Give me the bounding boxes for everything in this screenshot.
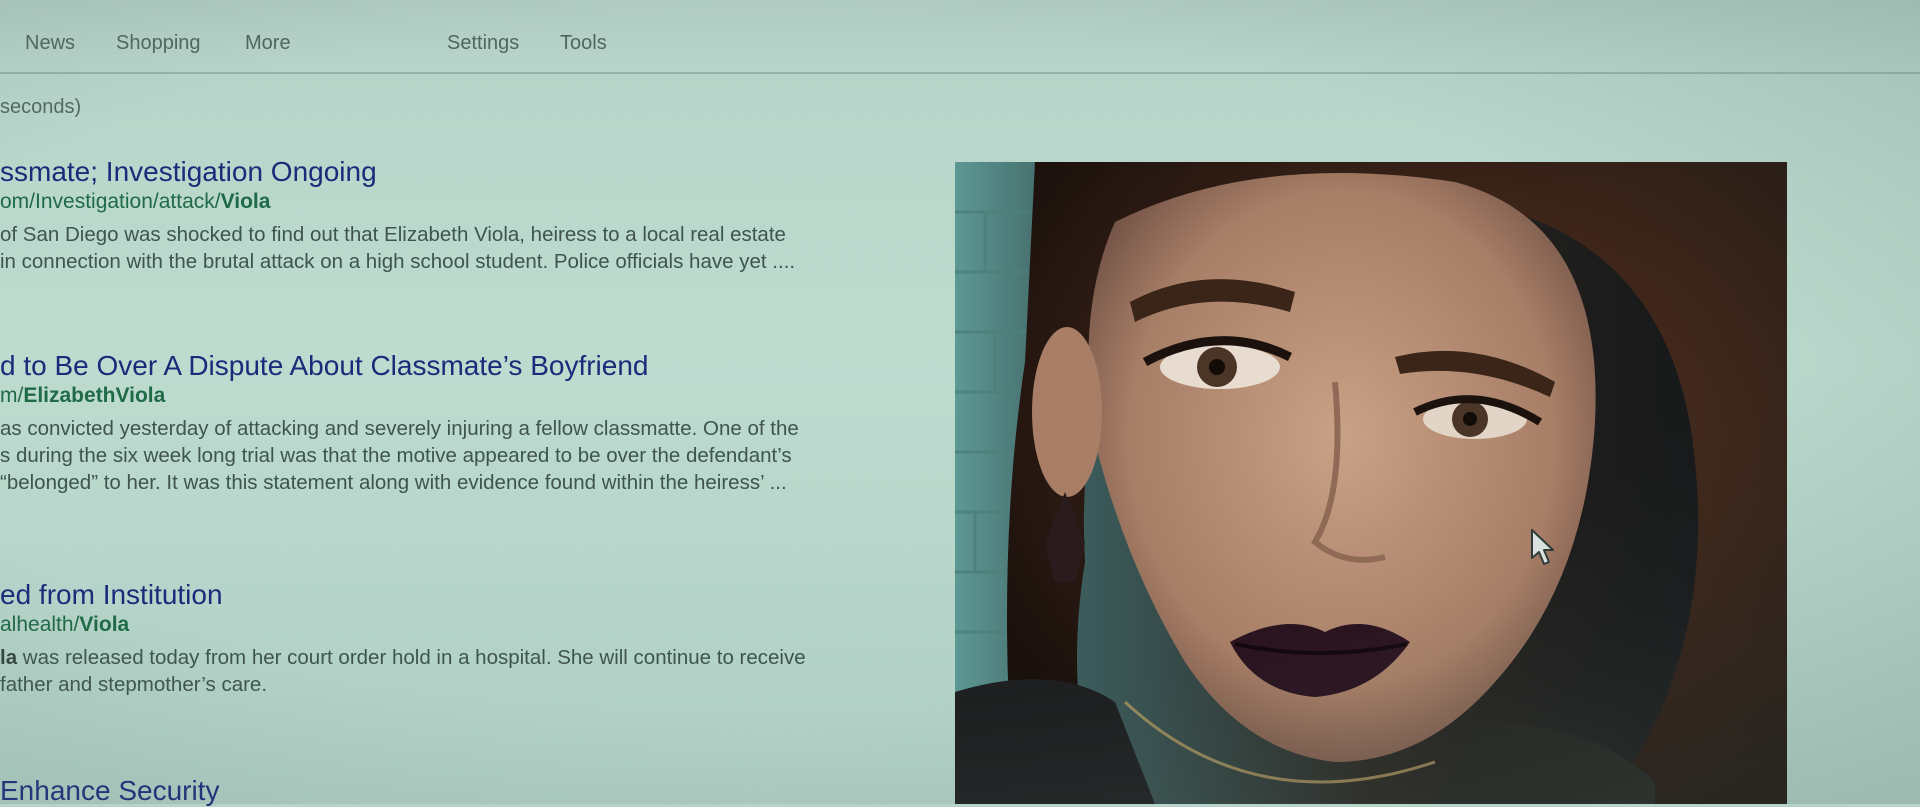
result-url-keyword: ElizabethViola bbox=[23, 384, 166, 407]
result-url-keyword: Viola bbox=[220, 190, 271, 213]
search-result: d to Be Over A Dispute About Classmate’s… bbox=[0, 350, 840, 496]
search-result: ed from Institution alhealth/Viola la wa… bbox=[0, 579, 840, 698]
snippet-line: “belonged” to her. It was this statement… bbox=[0, 471, 787, 494]
snippet-line: as convicted yesterday of attacking and … bbox=[0, 417, 799, 440]
result-snippet: of San Diego was shocked to find out tha… bbox=[0, 221, 840, 275]
tools-link[interactable]: Tools bbox=[560, 32, 607, 55]
tab-more[interactable]: More bbox=[245, 32, 291, 55]
mouse-cursor-icon bbox=[1531, 529, 1554, 565]
result-url-path: alhealth/ bbox=[0, 613, 80, 636]
snippet-line: in connection with the brutal attack on … bbox=[0, 250, 796, 273]
result-title-link[interactable]: d to Be Over A Dispute About Classmate’s… bbox=[0, 350, 840, 382]
search-result: ssmate; Investigation Ongoing om/Investi… bbox=[0, 156, 840, 275]
tab-shopping[interactable]: Shopping bbox=[116, 32, 201, 55]
result-url-path: m/ bbox=[0, 384, 24, 407]
result-snippet: as convicted yesterday of attacking and … bbox=[0, 415, 840, 496]
snippet-text: was released today from her court order … bbox=[17, 646, 806, 669]
result-title-link[interactable]: Enhance Security bbox=[0, 775, 840, 807]
search-result: Enhance Security bbox=[0, 775, 840, 807]
portrait-illustration bbox=[955, 162, 1787, 804]
result-stats: seconds) bbox=[0, 96, 82, 118]
result-url: om/Investigation/attack/Viola bbox=[0, 190, 840, 214]
result-url-keyword: Viola bbox=[79, 613, 130, 636]
settings-link[interactable]: Settings bbox=[447, 32, 519, 55]
result-title-link[interactable]: ssmate; Investigation Ongoing bbox=[0, 156, 840, 188]
snippet-line: la was released today from her court ord… bbox=[0, 644, 840, 671]
top-navigation-bar: News Shopping More Settings Tools bbox=[0, 0, 1920, 74]
snippet-line: of San Diego was shocked to find out tha… bbox=[0, 223, 786, 246]
result-url-path: om/Investigation/attack/ bbox=[0, 190, 221, 213]
snippet-line: father and stepmother’s care. bbox=[0, 673, 268, 696]
snippet-keyword: la bbox=[0, 646, 18, 669]
result-url: m/ElizabethViola bbox=[0, 384, 840, 408]
result-url: alhealth/Viola bbox=[0, 613, 840, 637]
snippet-line: s during the six week long trial was tha… bbox=[0, 444, 792, 467]
result-snippet: la was released today from her court ord… bbox=[0, 644, 840, 698]
result-title-link[interactable]: ed from Institution bbox=[0, 579, 840, 611]
portrait-image[interactable] bbox=[955, 162, 1787, 804]
tab-news[interactable]: News bbox=[25, 32, 75, 55]
